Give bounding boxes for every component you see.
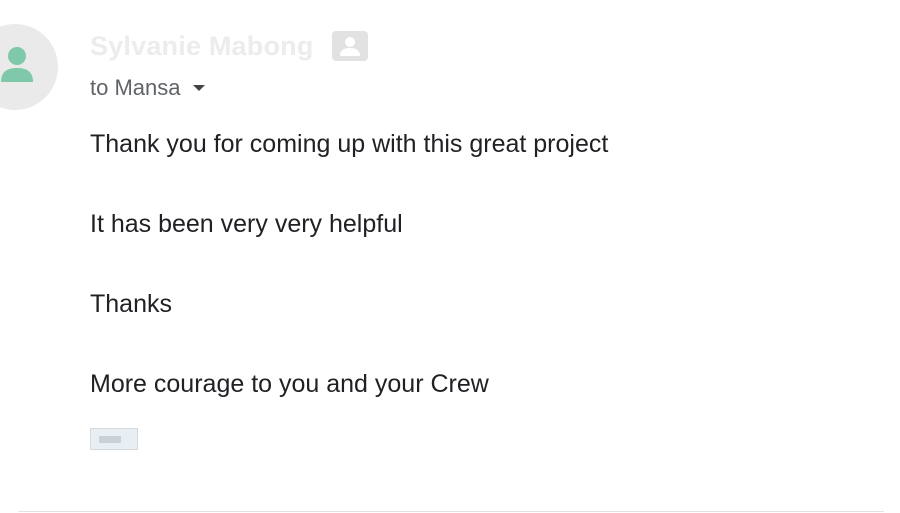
- thumbnail-placeholder: [99, 436, 121, 443]
- body-line: More courage to you and your Crew: [90, 370, 489, 398]
- recipient-label: to Mansa: [90, 75, 181, 100]
- email-message: Sylvanie Mabong to Mansa Thank you for c…: [0, 0, 900, 513]
- body-line: It has been very very helpful: [90, 210, 403, 238]
- message-body: Thank you for coming up with this great …: [90, 126, 850, 446]
- contact-card-icon[interactable]: [331, 31, 368, 61]
- body-line: Thank you for coming up with this great …: [90, 130, 609, 158]
- recipient-details-toggle[interactable]: to Mansa: [90, 74, 205, 102]
- divider: [18, 511, 884, 512]
- sender-row: Sylvanie Mabong: [90, 28, 368, 64]
- sender-name[interactable]: Sylvanie Mabong: [90, 31, 314, 62]
- person-icon: [1, 47, 33, 82]
- body-line: Thanks: [90, 290, 172, 318]
- chevron-down-icon[interactable]: [192, 85, 205, 91]
- image-thumbnail-icon[interactable]: [90, 428, 138, 450]
- avatar[interactable]: [0, 24, 58, 110]
